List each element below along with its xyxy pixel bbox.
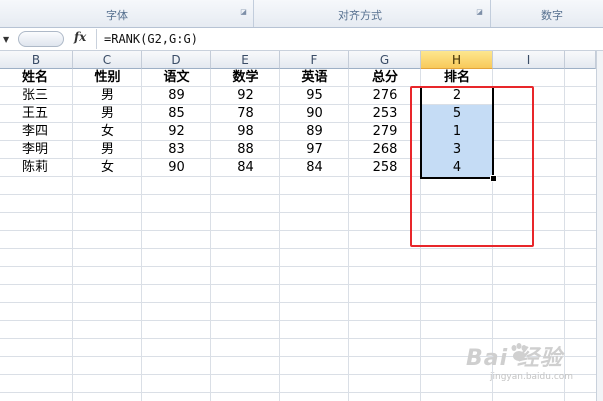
cell-chinese[interactable]: 90 — [142, 159, 211, 177]
cell-name[interactable]: 陈莉 — [16, 159, 73, 177]
font-group: 字体 ◪ — [0, 0, 254, 27]
insert-function-icon[interactable]: fx — [74, 30, 86, 44]
cell-math[interactable]: 88 — [211, 141, 280, 159]
cell-chinese[interactable]: 85 — [142, 105, 211, 123]
vertical-scrollbar[interactable] — [596, 51, 603, 401]
cell-gender[interactable]: 女 — [73, 159, 142, 177]
column-header-h[interactable]: H — [421, 51, 493, 69]
cell-math[interactable]: 92 — [211, 87, 280, 105]
cell-name[interactable]: 王五 — [16, 105, 73, 123]
header-gender[interactable]: 性别 — [73, 69, 142, 87]
formula-input[interactable]: =RANK(G2,G:G) — [104, 32, 198, 46]
number-group-label: 数字 — [541, 9, 563, 22]
ribbon-group-bar: 字体 ◪ 对齐方式 ◪ 数字 — [0, 0, 603, 28]
column-header-i[interactable]: I — [493, 51, 565, 69]
column-header-c[interactable]: C — [73, 51, 142, 69]
header-rank[interactable]: 排名 — [421, 69, 493, 87]
watermark-site: jingyan.baidu.com — [490, 372, 574, 382]
cell-chinese[interactable]: 89 — [142, 87, 211, 105]
annotation-highlight-box — [410, 86, 534, 247]
formula-bar: ▼ fx =RANK(G2,G:G) — [0, 28, 603, 51]
cell-name[interactable]: 李四 — [16, 123, 73, 141]
alignment-dialog-launcher-icon[interactable]: ◪ — [476, 9, 483, 16]
baidu-jingyan-watermark: Bai 经验 jingyan.baidu.com — [466, 340, 596, 388]
alignment-group: 对齐方式 ◪ — [254, 0, 491, 27]
cell-english[interactable]: 90 — [280, 105, 349, 123]
column-header-f[interactable]: F — [280, 51, 349, 69]
alignment-group-label: 对齐方式 — [338, 9, 382, 22]
column-header-g[interactable]: G — [349, 51, 421, 69]
cell-english[interactable]: 97 — [280, 141, 349, 159]
cell-math[interactable]: 78 — [211, 105, 280, 123]
header-total[interactable]: 总分 — [349, 69, 421, 87]
name-box-dropdown-icon[interactable]: ▼ — [3, 35, 9, 44]
column-header-next[interactable] — [565, 51, 596, 69]
name-box-resize-handle[interactable] — [18, 31, 64, 47]
formula-bar-divider — [96, 29, 97, 49]
column-header-d[interactable]: D — [142, 51, 211, 69]
paw-icon — [511, 343, 527, 361]
cell-english[interactable]: 84 — [280, 159, 349, 177]
header-name[interactable]: 姓名 — [16, 69, 73, 87]
cell-gender[interactable]: 男 — [73, 87, 142, 105]
column-header-e[interactable]: E — [211, 51, 280, 69]
header-math[interactable]: 数学 — [211, 69, 280, 87]
font-group-label: 字体 — [106, 9, 128, 22]
cell-english[interactable]: 95 — [280, 87, 349, 105]
cell-math[interactable]: 98 — [211, 123, 280, 141]
cell-chinese[interactable]: 83 — [142, 141, 211, 159]
number-group: 数字 — [491, 0, 603, 27]
font-dialog-launcher-icon[interactable]: ◪ — [240, 9, 247, 16]
cell-english[interactable]: 89 — [280, 123, 349, 141]
header-chinese[interactable]: 语文 — [142, 69, 211, 87]
cell-gender[interactable]: 男 — [73, 105, 142, 123]
cell-gender[interactable]: 女 — [73, 123, 142, 141]
cell-name[interactable]: 李明 — [16, 141, 73, 159]
cell-gender[interactable]: 男 — [73, 141, 142, 159]
header-english[interactable]: 英语 — [280, 69, 349, 87]
cell-chinese[interactable]: 92 — [142, 123, 211, 141]
cell-name[interactable]: 张三 — [16, 87, 73, 105]
cell-math[interactable]: 84 — [211, 159, 280, 177]
column-header-b[interactable]: B — [0, 51, 73, 69]
